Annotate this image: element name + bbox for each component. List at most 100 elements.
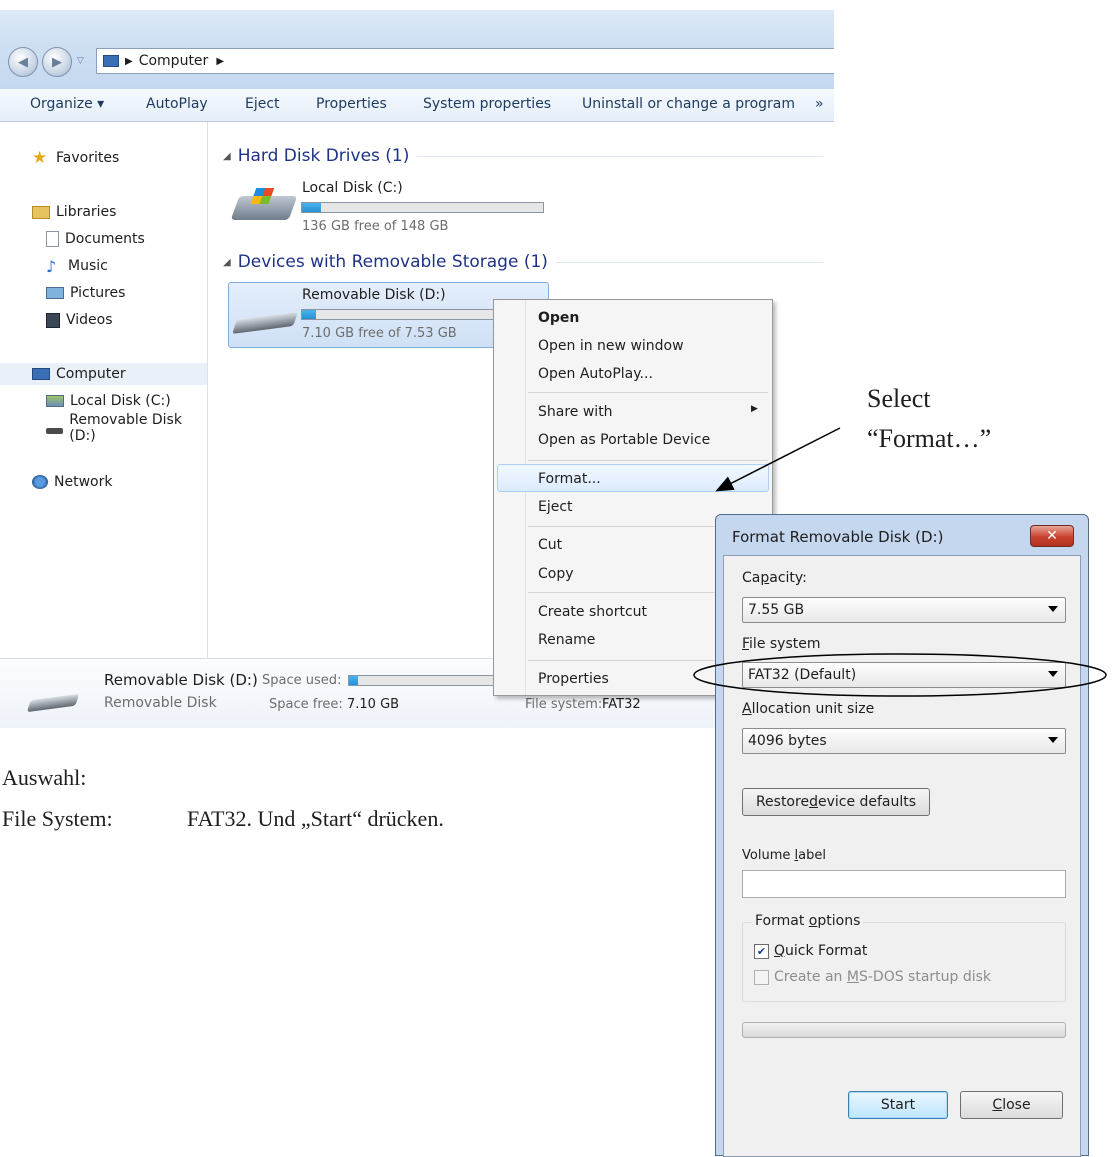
breadcrumb[interactable]: ▶ Computer ▶ [96,48,834,74]
recent-pages-icon[interactable]: ▽ [77,56,84,66]
format-options-group [742,922,1066,1002]
restore-text: Restore [755,794,810,810]
restore-defaults-button[interactable]: Restore d evice defaults [742,788,930,816]
sidebar-item-label: Libraries [56,204,117,220]
navigation-pane: ★ Favorites Libraries Documents ♪ Music … [0,122,208,658]
annotation-select-line1: Select [867,384,931,413]
removable-drive-icon [46,428,64,434]
format-dialog: Format Removable Disk (D:) ✕ Capacity: 7… [715,514,1089,1157]
sidebar-item-network[interactable]: Network [32,471,112,493]
collapse-triangle-icon[interactable]: ◢ [223,151,231,162]
quick-format-label: Quick Format [774,943,867,959]
menu-item-open-portable[interactable]: Open as Portable Device [538,428,710,452]
group-header-removable[interactable]: ◢ Devices with Removable Storage (1) [223,252,823,272]
group-header-label: Hard Disk Drives (1) [237,146,410,166]
menu-item-open-new-window[interactable]: Open in new window [538,334,684,358]
capacity-select[interactable]: 7.55 GB [742,597,1066,623]
computer-icon [32,368,50,380]
menu-item-format[interactable]: Format... [538,467,601,491]
more-commands-button[interactable]: » [815,96,824,112]
organize-button[interactable]: Organize ▾ [30,96,104,112]
dropdown-arrow-icon [1048,737,1058,743]
space-used-label: Space used: [262,673,342,688]
sidebar-item-documents[interactable]: Documents [46,228,145,250]
menu-item-eject[interactable]: Eject [538,495,573,519]
annotation-ellipse [693,653,1107,697]
start-button[interactable]: Start [848,1091,948,1119]
menu-separator [528,392,768,393]
quick-format-text: uick Format [785,943,868,959]
checkbox-checked-icon[interactable]: ✔ [754,943,769,959]
sidebar-item-local-disk[interactable]: Local Disk (C:) [46,390,171,412]
chevron-right-icon: ▶ [125,55,133,67]
music-note-icon: ♪ [46,256,57,276]
computer-icon [103,55,119,67]
group-divider [417,155,823,157]
group-header-label: Devices with Removable Storage (1) [237,252,548,272]
volume-label-label: Volume label [742,848,826,863]
collapse-triangle-icon[interactable]: ◢ [223,257,231,268]
drive-d-free: 7.10 GB free of 7.53 GB [302,326,457,341]
close-button[interactable]: Close [960,1091,1063,1119]
capacity-label-text: Ca [742,570,761,586]
eject-button[interactable]: Eject [245,96,280,112]
sidebar-item-computer[interactable]: Computer [0,363,207,385]
back-button[interactable]: ◀ [8,47,38,77]
properties-button[interactable]: Properties [316,96,387,112]
document-icon [46,231,59,247]
menu-item-create-shortcut[interactable]: Create shortcut [538,600,647,624]
options-label-text: ptions [817,913,861,929]
hard-drive-icon [46,395,64,407]
menu-item-copy[interactable]: Copy [538,562,574,586]
chevron-right-icon[interactable]: ▶ [216,56,224,67]
network-icon [32,475,48,489]
checkbox-disabled-icon [754,969,769,985]
sidebar-item-label: Favorites [56,150,120,166]
close-x-button[interactable]: ✕ [1030,525,1074,547]
menu-item-properties[interactable]: Properties [538,667,609,691]
quick-format-option[interactable]: ✔ Quick Format [754,943,867,959]
menu-item-open-autoplay[interactable]: Open AutoPlay... [538,362,653,386]
annotation-select-line2: “Format…” [867,424,992,453]
sidebar-item-label: Removable Disk (D:) [69,412,182,444]
menu-item-share-with[interactable]: Share with [538,400,613,424]
capacity-label: Capacity: [742,570,807,586]
menu-item-cut[interactable]: Cut [538,533,562,557]
sidebar-item-music[interactable]: ♪ Music [46,255,108,277]
local-disk-c-tile[interactable] [230,180,301,240]
close-access-key: C [992,1097,1003,1113]
space-used-bar [348,675,498,686]
star-icon: ★ [32,148,48,168]
volume-label-input[interactable] [742,870,1066,898]
details-drive-name: Removable Disk (D:) [104,671,258,689]
menu-item-open[interactable]: Open [538,306,579,330]
annotation-filesystem-label: File System: [2,806,113,831]
close-button-label: lose [1002,1097,1031,1113]
sidebar-item-label: Local Disk (C:) [70,393,171,409]
format-progress-bar [742,1022,1066,1038]
uninstall-button[interactable]: Uninstall or change a program [582,96,795,112]
windows-drive-icon [230,188,298,220]
sidebar-item-label: Network [54,474,113,490]
sidebar-item-videos[interactable]: Videos [46,309,113,331]
autoplay-button[interactable]: AutoPlay [146,96,208,112]
forward-button[interactable]: ▶ [42,47,72,77]
annotation-filesystem-text: FAT32. Und „Start“ drücken. [187,806,444,831]
film-icon [46,312,60,328]
system-properties-button[interactable]: System properties [423,96,551,112]
msdos-text: Create an [774,969,847,985]
space-free-label: Space free: [269,697,343,712]
group-header-hard-disks[interactable]: ◢ Hard Disk Drives (1) [223,146,823,166]
space-used-fill [349,676,358,685]
dialog-body: Capacity: 7.55 GB File system FAT32 (Def… [723,555,1081,1157]
breadcrumb-computer[interactable]: Computer [139,53,209,69]
allocation-select[interactable]: 4096 bytes [742,728,1066,754]
sidebar-item-favorites[interactable]: ★ Favorites [32,147,119,169]
sidebar-item-removable-disk[interactable]: Removable Disk (D:) [46,412,207,444]
drive-c-name: Local Disk (C:) [302,180,403,196]
sidebar-item-libraries[interactable]: Libraries [32,201,116,223]
sidebar-item-label: Videos [66,312,113,328]
menu-item-rename[interactable]: Rename [538,628,595,652]
volume-label-text: abel [798,848,826,863]
sidebar-item-pictures[interactable]: Pictures [46,282,125,304]
